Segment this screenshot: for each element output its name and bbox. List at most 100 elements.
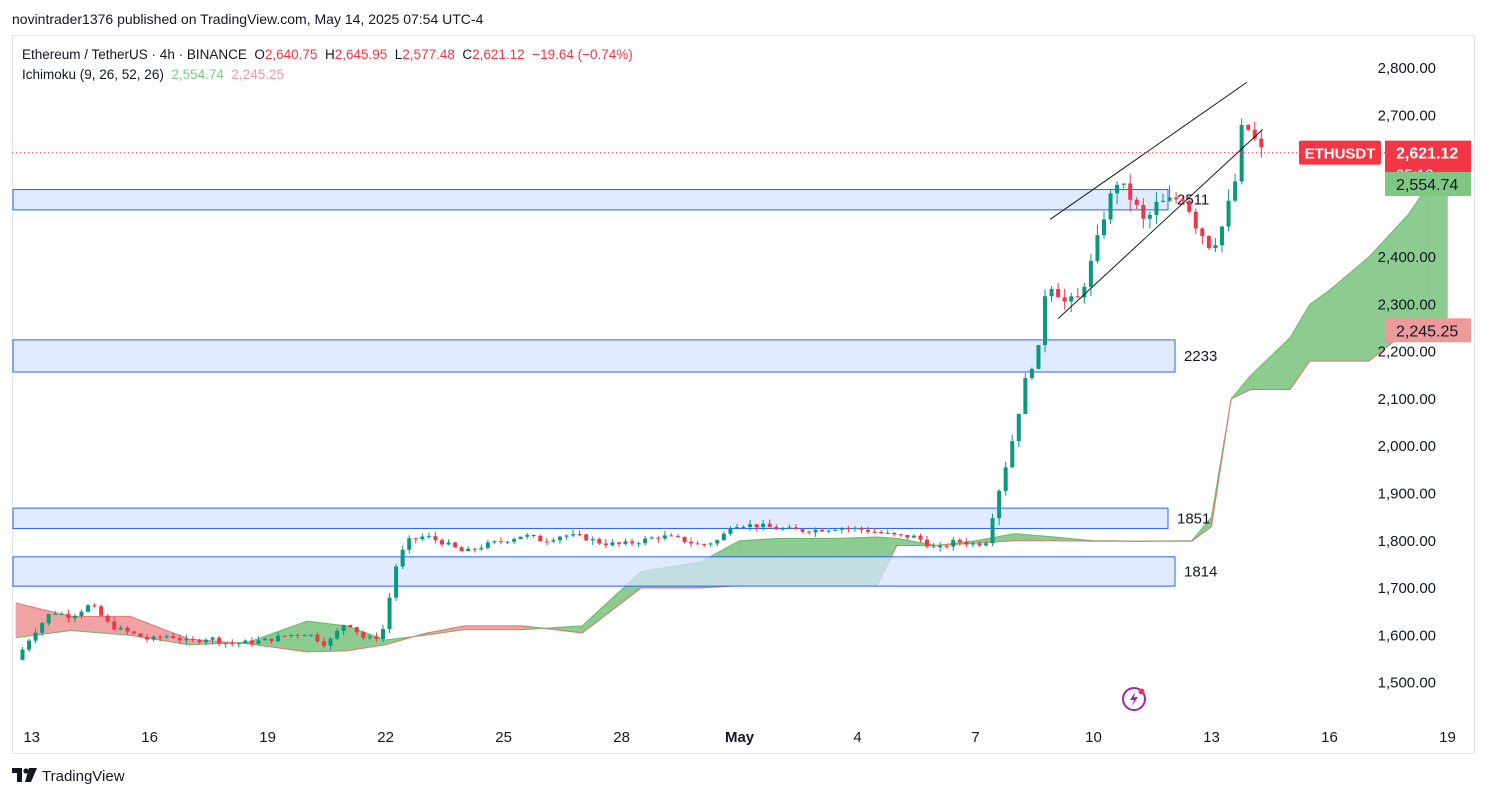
zone-label: 2233 xyxy=(1184,348,1217,365)
candle-body xyxy=(1187,200,1192,212)
candle-body xyxy=(1075,296,1080,298)
candle-body xyxy=(439,540,444,545)
candle-body xyxy=(289,634,294,636)
candle-body xyxy=(112,621,117,630)
candle-body xyxy=(807,531,812,533)
candle-body xyxy=(557,536,562,541)
candle-body xyxy=(1016,413,1021,442)
candle-body xyxy=(79,611,84,616)
y-tick-label: 1,600.00 xyxy=(1378,627,1436,644)
candle-body xyxy=(433,536,438,541)
x-tick-label: 19 xyxy=(259,729,276,746)
candle-body xyxy=(728,528,733,534)
x-tick-label: 19 xyxy=(1439,729,1456,746)
candle-body xyxy=(531,534,536,537)
candle-body xyxy=(446,542,451,545)
ohlc-row: Ethereum / TetherUS · 4h · BINANCE O2,64… xyxy=(22,45,633,65)
y-tick-label: 2,000.00 xyxy=(1378,438,1436,455)
candle-body xyxy=(230,643,235,645)
candle-body xyxy=(1233,181,1238,201)
candle-body xyxy=(367,636,372,638)
candle-body xyxy=(223,643,228,645)
candle-body xyxy=(105,615,110,622)
candle-body xyxy=(564,535,569,537)
candle-body xyxy=(695,543,700,545)
candle-body xyxy=(295,634,300,636)
candle-body xyxy=(27,640,32,650)
change-value: −19.64 (−0.74%) xyxy=(532,47,633,62)
candle-body xyxy=(1003,467,1008,491)
candle-body xyxy=(1226,200,1231,227)
lightning-icon[interactable] xyxy=(1121,686,1147,712)
candle-body xyxy=(66,613,71,619)
candle-body xyxy=(721,533,726,541)
ichimoku-label[interactable]: Ichimoku (9, 26, 52, 26) xyxy=(22,67,164,82)
y-tick-label: 1,900.00 xyxy=(1378,485,1436,502)
candle-body xyxy=(145,636,150,640)
candle-body xyxy=(616,542,621,544)
candle-body xyxy=(400,549,405,567)
candle-body xyxy=(1062,297,1067,302)
candle-body xyxy=(957,539,962,542)
candle-body xyxy=(1023,378,1028,414)
candle-body xyxy=(748,524,753,527)
candle-body xyxy=(767,523,772,528)
ichimoku-span-b-value: 2,245.25 xyxy=(231,67,284,82)
candle-body xyxy=(512,539,517,542)
candle-body xyxy=(1121,183,1126,185)
candle-body xyxy=(46,613,51,624)
candle-body xyxy=(813,529,818,533)
candle-body xyxy=(990,518,995,544)
candle-body xyxy=(151,636,156,640)
candle-body xyxy=(931,546,936,548)
candle-body xyxy=(204,639,209,643)
candle-body xyxy=(1219,226,1224,246)
candle-body xyxy=(40,623,45,633)
candle-body xyxy=(1141,204,1146,219)
candle-body xyxy=(86,605,91,612)
candle-body xyxy=(1167,197,1172,201)
support-resistance-zones: 2511223318511814 xyxy=(12,189,1217,587)
zone-label: 1814 xyxy=(1184,563,1217,580)
candle-body xyxy=(118,627,123,630)
candle-body xyxy=(407,538,412,550)
candle-body xyxy=(997,490,1002,519)
candle-body xyxy=(1049,288,1054,297)
tradingview-logo[interactable]: TradingView xyxy=(12,768,125,785)
candle-body xyxy=(302,635,307,637)
candle-body xyxy=(1095,235,1100,261)
candle-body xyxy=(59,613,64,615)
candle-body xyxy=(249,640,254,644)
candle-body xyxy=(33,632,38,641)
candle-body xyxy=(276,635,281,642)
candle-body xyxy=(354,627,359,633)
candle-body xyxy=(1010,441,1015,468)
price-chart[interactable]: 2511223318511814 1,500.001,600.001,700.0… xyxy=(0,0,1488,800)
candle-body xyxy=(341,624,346,632)
candle-body xyxy=(1174,197,1179,200)
candle-body xyxy=(164,636,169,638)
candle-body xyxy=(669,535,674,537)
candle-body xyxy=(328,638,333,646)
candle-body xyxy=(630,541,635,544)
y-tick-label: 2,300.00 xyxy=(1378,296,1436,313)
open-value: 2,640.75 xyxy=(264,47,318,62)
y-tick-label: 1,700.00 xyxy=(1378,580,1436,597)
candle-body xyxy=(158,636,163,638)
candle-body xyxy=(177,638,182,641)
zone-rect xyxy=(12,189,1169,211)
x-tick-label: 13 xyxy=(1203,729,1220,746)
candle-body xyxy=(92,605,97,607)
cloud-segment xyxy=(1329,256,1370,362)
candle-body xyxy=(584,534,589,541)
ichimoku-row: Ichimoku (9, 26, 52, 26) 2,554.74 2,245.… xyxy=(22,65,633,85)
symbol-title[interactable]: Ethereum / TetherUS · 4h · BINANCE xyxy=(22,47,247,62)
y-tick-label: 2,100.00 xyxy=(1378,391,1436,408)
candle-body xyxy=(597,539,602,544)
y-tick-label: 1,800.00 xyxy=(1378,533,1436,550)
cloud-segment xyxy=(1309,289,1330,362)
candle-body xyxy=(944,545,949,547)
candle-body xyxy=(734,527,739,529)
candle-body xyxy=(1154,201,1159,215)
candle-body xyxy=(72,615,77,619)
